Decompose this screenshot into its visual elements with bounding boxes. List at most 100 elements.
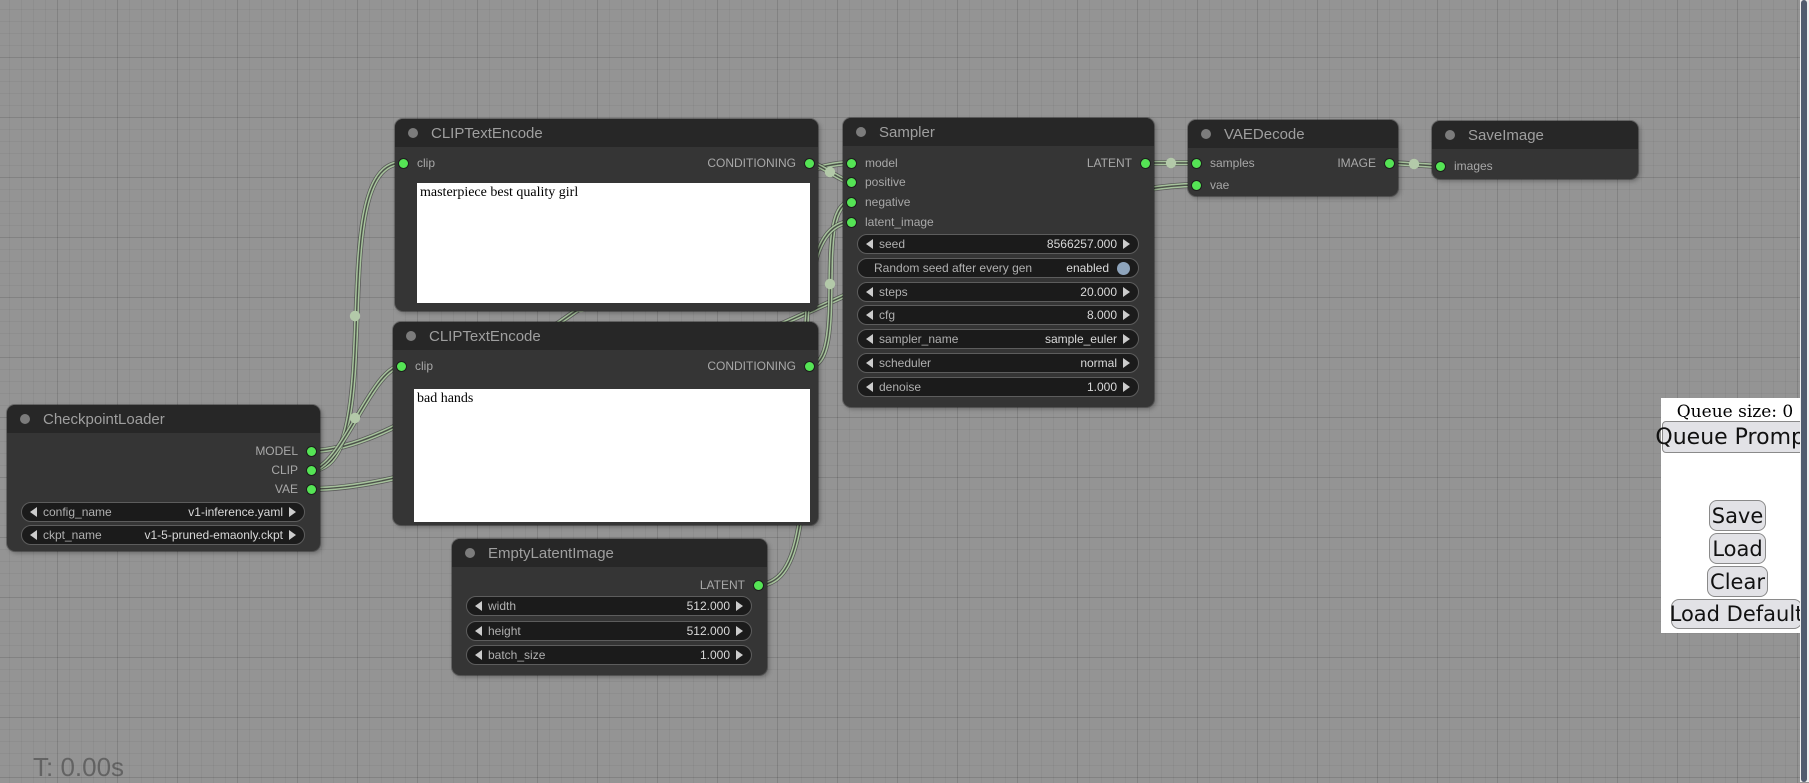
- collapse-dot-icon[interactable]: [20, 414, 30, 424]
- node-titlebar[interactable]: VAEDecode: [1188, 120, 1398, 148]
- node-titlebar[interactable]: CLIPTextEncode: [393, 322, 818, 350]
- decrement-arrow-icon[interactable]: [866, 382, 873, 392]
- collapse-dot-icon[interactable]: [406, 331, 416, 341]
- widget-ckpt-name[interactable]: ckpt_name v1-5-pruned-emaonly.ckpt: [21, 525, 305, 545]
- collapse-dot-icon[interactable]: [1445, 130, 1455, 140]
- prompt-textarea[interactable]: bad hands: [414, 389, 810, 522]
- increment-arrow-icon[interactable]: [1123, 287, 1130, 297]
- input-port-dot-icon[interactable]: [1436, 162, 1445, 171]
- output-port-latent[interactable]: LATENT: [691, 576, 763, 594]
- widget-random-seed-toggle[interactable]: Random seed after every gen enabled: [857, 258, 1139, 278]
- widget-sampler-name[interactable]: sampler_name sample_euler: [857, 329, 1139, 349]
- output-port-dot-icon[interactable]: [1385, 159, 1394, 168]
- increment-arrow-icon[interactable]: [1123, 334, 1130, 344]
- output-port-model[interactable]: MODEL: [246, 442, 316, 460]
- node-titlebar[interactable]: Sampler: [843, 118, 1154, 146]
- output-port-latent[interactable]: LATENT: [1078, 154, 1150, 172]
- output-port-dot-icon[interactable]: [307, 466, 316, 475]
- node-titlebar[interactable]: CheckpointLoader: [7, 405, 320, 433]
- input-port-dot-icon[interactable]: [847, 178, 856, 187]
- output-port-image[interactable]: IMAGE: [1328, 154, 1394, 172]
- increment-arrow-icon[interactable]: [289, 507, 296, 517]
- widget-steps[interactable]: steps 20.000: [857, 282, 1139, 302]
- scrollbar-thumb[interactable]: [1801, 0, 1807, 782]
- decrement-arrow-icon[interactable]: [866, 287, 873, 297]
- decrement-arrow-icon[interactable]: [30, 507, 37, 517]
- output-port-dot-icon[interactable]: [307, 447, 316, 456]
- decrement-arrow-icon[interactable]: [866, 358, 873, 368]
- increment-arrow-icon[interactable]: [1123, 358, 1130, 368]
- load-button[interactable]: Load: [1709, 533, 1766, 564]
- output-port-conditioning[interactable]: CONDITIONING: [698, 154, 814, 172]
- input-port-model[interactable]: model: [847, 154, 907, 172]
- decrement-arrow-icon[interactable]: [866, 310, 873, 320]
- input-port-dot-icon[interactable]: [397, 362, 406, 371]
- decrement-arrow-icon[interactable]: [475, 626, 482, 636]
- increment-arrow-icon[interactable]: [736, 601, 743, 611]
- link-midpoint-dot[interactable]: [350, 413, 360, 423]
- collapse-dot-icon[interactable]: [1201, 129, 1211, 139]
- widget-denoise[interactable]: denoise 1.000: [857, 377, 1139, 397]
- node-empty-latent-image[interactable]: EmptyLatentImage LATENT width 512.000 he…: [452, 539, 767, 675]
- node-checkpoint-loader[interactable]: CheckpointLoader MODEL CLIP VAE config_n…: [7, 405, 320, 551]
- input-port-vae[interactable]: vae: [1192, 176, 1238, 194]
- widget-batch-size[interactable]: batch_size 1.000: [466, 645, 752, 665]
- increment-arrow-icon[interactable]: [736, 626, 743, 636]
- increment-arrow-icon[interactable]: [736, 650, 743, 660]
- increment-arrow-icon[interactable]: [1123, 239, 1130, 249]
- node-titlebar[interactable]: SaveImage: [1432, 121, 1638, 149]
- decrement-arrow-icon[interactable]: [475, 601, 482, 611]
- input-port-latent-image[interactable]: latent_image: [847, 213, 943, 231]
- save-button[interactable]: Save: [1709, 500, 1766, 531]
- load-default-button[interactable]: Load Default: [1671, 599, 1802, 629]
- node-titlebar[interactable]: EmptyLatentImage: [452, 539, 767, 567]
- input-port-dot-icon[interactable]: [847, 198, 856, 207]
- link-midpoint-dot[interactable]: [1166, 158, 1176, 168]
- decrement-arrow-icon[interactable]: [30, 530, 37, 540]
- collapse-dot-icon[interactable]: [465, 548, 475, 558]
- output-port-clip[interactable]: CLIP: [262, 461, 316, 479]
- node-vae-decode[interactable]: VAEDecode samples vae IMAGE: [1188, 120, 1398, 196]
- widget-scheduler[interactable]: scheduler normal: [857, 353, 1139, 373]
- node-save-image[interactable]: SaveImage images: [1432, 121, 1638, 179]
- input-port-clip[interactable]: clip: [399, 154, 444, 172]
- output-port-vae[interactable]: VAE: [266, 480, 316, 498]
- input-port-samples[interactable]: samples: [1192, 154, 1264, 172]
- input-port-dot-icon[interactable]: [1192, 159, 1201, 168]
- node-sampler[interactable]: Sampler model positive negative latent_i…: [843, 118, 1154, 407]
- widget-width[interactable]: width 512.000: [466, 596, 752, 616]
- output-port-dot-icon[interactable]: [805, 362, 814, 371]
- increment-arrow-icon[interactable]: [289, 530, 296, 540]
- toggle-on-icon[interactable]: [1117, 262, 1130, 275]
- collapse-dot-icon[interactable]: [856, 127, 866, 137]
- input-port-negative[interactable]: negative: [847, 193, 919, 211]
- input-port-dot-icon[interactable]: [399, 159, 408, 168]
- output-port-dot-icon[interactable]: [754, 581, 763, 590]
- widget-height[interactable]: height 512.000: [466, 621, 752, 641]
- node-titlebar[interactable]: CLIPTextEncode: [395, 119, 818, 147]
- link-midpoint-dot[interactable]: [825, 279, 835, 289]
- queue-prompt-button[interactable]: Queue Prompt: [1662, 421, 1807, 453]
- input-port-dot-icon[interactable]: [1192, 181, 1201, 190]
- decrement-arrow-icon[interactable]: [475, 650, 482, 660]
- decrement-arrow-icon[interactable]: [866, 334, 873, 344]
- decrement-arrow-icon[interactable]: [866, 239, 873, 249]
- input-port-images[interactable]: images: [1436, 157, 1502, 175]
- input-port-dot-icon[interactable]: [847, 159, 856, 168]
- widget-config-name[interactable]: config_name v1-inference.yaml: [21, 502, 305, 522]
- page-scrollbar[interactable]: [1800, 0, 1809, 782]
- input-port-dot-icon[interactable]: [847, 218, 856, 227]
- prompt-textarea[interactable]: masterpiece best quality girl: [417, 183, 810, 303]
- widget-cfg[interactable]: cfg 8.000: [857, 305, 1139, 325]
- link-midpoint-dot[interactable]: [1409, 159, 1419, 169]
- output-port-dot-icon[interactable]: [1141, 159, 1150, 168]
- input-port-positive[interactable]: positive: [847, 173, 915, 191]
- node-clip-text-encode-positive[interactable]: CLIPTextEncode clip CONDITIONING masterp…: [395, 119, 818, 311]
- input-port-clip[interactable]: clip: [397, 357, 442, 375]
- node-clip-text-encode-negative[interactable]: CLIPTextEncode clip CONDITIONING bad han…: [393, 322, 818, 525]
- link-midpoint-dot[interactable]: [350, 311, 360, 321]
- output-port-dot-icon[interactable]: [307, 485, 316, 494]
- collapse-dot-icon[interactable]: [408, 128, 418, 138]
- widget-seed[interactable]: seed 8566257.000: [857, 234, 1139, 254]
- clear-button[interactable]: Clear: [1707, 566, 1768, 597]
